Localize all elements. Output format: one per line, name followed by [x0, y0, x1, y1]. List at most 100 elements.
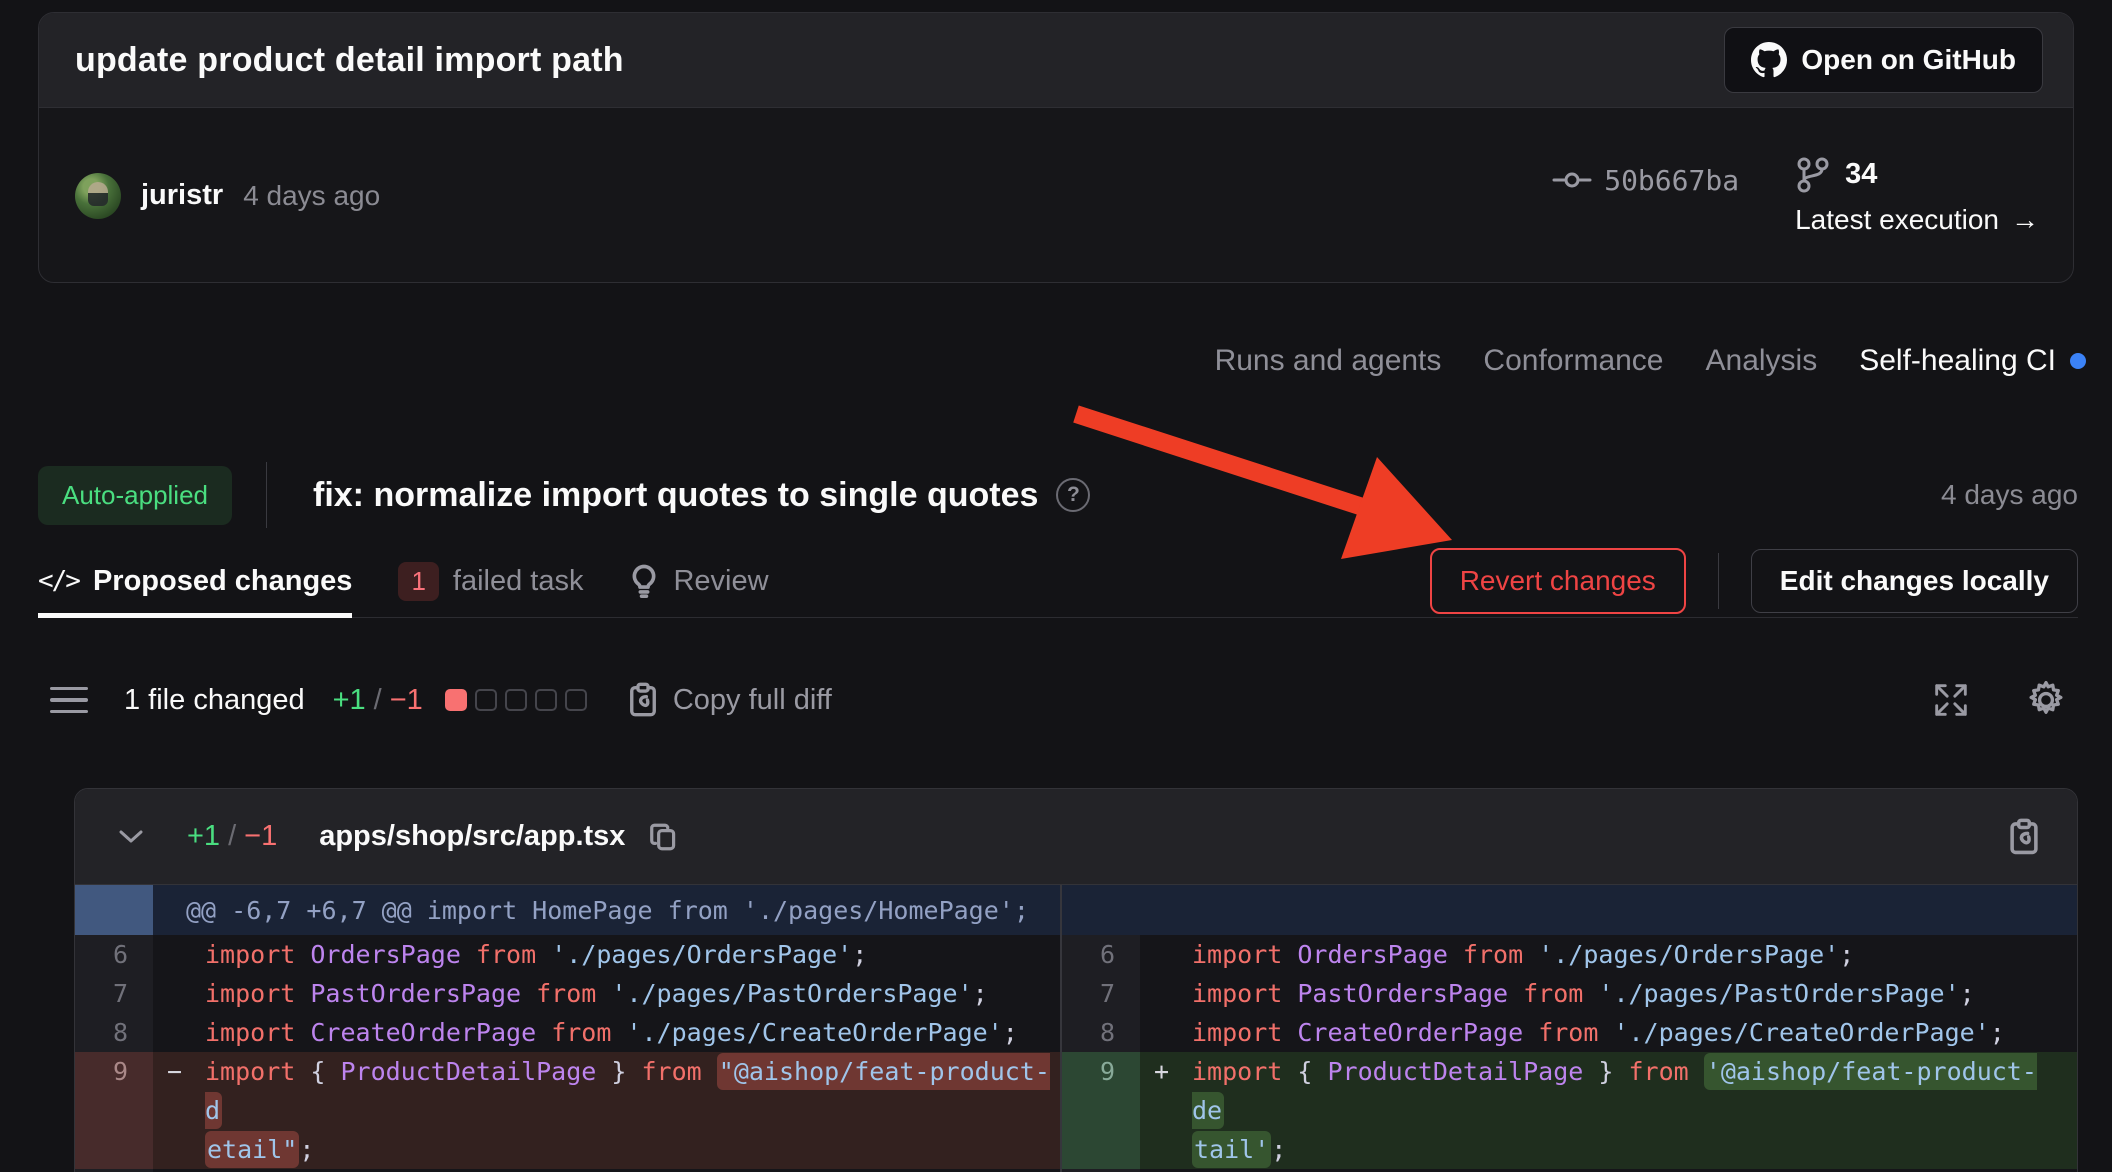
code-content: import PastOrdersPage from './pages/Past… [1184, 974, 2077, 1013]
latest-execution-label: Latest execution [1795, 204, 1999, 236]
diff-settings-button[interactable] [2024, 678, 2068, 722]
hunk-gutter [75, 885, 153, 935]
commit-meta: 50b667ba 34 Latest execution → [1552, 156, 2039, 236]
chevron-down-icon [113, 825, 149, 849]
line-number: 8 [75, 1013, 153, 1052]
hunk-header-row: @@ -6,7 +6,7 @@ import HomePage from './… [75, 885, 1060, 935]
github-icon [1751, 42, 1787, 78]
tab-label: Proposed changes [93, 565, 352, 598]
tab-failed-task[interactable]: 1 failed task [398, 545, 583, 617]
commit-time: 4 days ago [243, 180, 380, 212]
hunk-header-text: @@ -6,7 +6,7 @@ import HomePage from './… [153, 896, 1029, 925]
diff-line: 8import CreateOrderPage from './pages/Cr… [1062, 1013, 2077, 1052]
lightbulb-icon [629, 564, 659, 598]
file-square[interactable] [445, 689, 467, 711]
file-change-squares[interactable] [445, 689, 587, 711]
collapse-file-chevron[interactable] [113, 825, 149, 849]
file-list-menu-icon[interactable] [50, 687, 88, 714]
clipboard-icon [627, 682, 659, 718]
self-healing-ci-page: update product detail import path Open o… [0, 0, 2112, 1172]
code-content: import OrdersPage from './pages/OrdersPa… [1184, 935, 2077, 974]
diff-line: 7 import PastOrdersPage from './pages/Pas… [1062, 974, 2077, 1013]
file-header: +1 / −1 apps/shop/src/app.tsx [75, 789, 2077, 885]
help-icon[interactable]: ? [1056, 478, 1090, 512]
diff-marker [153, 1013, 197, 1052]
commit-sha: 50b667ba [1604, 164, 1739, 197]
file-diff-card: +1 / −1 apps/shop/src/app.tsx [74, 788, 2078, 1172]
copy-file-diff-button[interactable] [2007, 818, 2041, 856]
tab-label: Review [673, 565, 768, 598]
code-content: import { ProductDetailPage } from "@aish… [197, 1052, 1060, 1169]
author-group: juristr 4 days ago [75, 173, 380, 219]
nav-item-runs-and-agents[interactable]: Runs and agents [1215, 344, 1442, 378]
gear-icon [2024, 678, 2068, 722]
diff-marker: + [1140, 1052, 1184, 1169]
files-changed-label: 1 file changed [124, 684, 305, 717]
file-path: apps/shop/src/app.tsx [319, 820, 625, 853]
branch-count: 34 [1845, 158, 1877, 191]
failed-count-badge: 1 [398, 562, 438, 601]
copy-file-path-button[interactable] [649, 821, 679, 853]
open-on-github-label: Open on GitHub [1801, 44, 2016, 76]
line-number: 7 [1062, 974, 1140, 1013]
avatar [75, 173, 121, 219]
expand-icon [1930, 679, 1972, 721]
tabs-row: </> Proposed changes 1 failed task Revie… [38, 545, 2078, 618]
tab-label: failed task [453, 565, 584, 598]
branch-row: 34 [1795, 156, 1877, 194]
divider [1718, 553, 1719, 609]
tab-proposed-changes[interactable]: </> Proposed changes [38, 545, 352, 617]
code-content: import PastOrdersPage from './pages/Past… [197, 974, 1060, 1013]
diff-split-view: @@ -6,7 +6,7 @@ import HomePage from './… [75, 885, 2077, 1172]
author-name: juristr [141, 179, 223, 212]
diff-marker [1140, 974, 1184, 1013]
code-icon: </> [38, 566, 79, 596]
diff-line: 8 import CreateOrderPage from './pages/Cr… [75, 1013, 1060, 1052]
auto-applied-badge: Auto-applied [38, 466, 232, 525]
nav-item-analysis[interactable]: Analysis [1706, 344, 1818, 378]
edit-changes-locally-button[interactable]: Edit changes locally [1751, 549, 2078, 613]
code-content: import CreateOrderPage from './pages/Cre… [197, 1013, 1060, 1052]
diff-panel-after: 6import OrdersPage from './pages/OrdersP… [1062, 885, 2077, 1172]
latest-execution-link[interactable]: Latest execution → [1795, 204, 2039, 236]
arrow-right-icon: → [2011, 204, 2039, 236]
diff-marker [153, 935, 197, 974]
diff-line: 7 import PastOrdersPage from './pages/Pas… [75, 974, 1060, 1013]
diff-toolbar: 1 file changed +1 / −1 Copy full diff [50, 665, 2068, 735]
toolbar-right [1930, 678, 2068, 722]
commit-sha-group[interactable]: 50b667ba [1552, 164, 1739, 197]
line-number: 7 [75, 974, 153, 1013]
commit-icon [1552, 165, 1592, 195]
commit-card-body: juristr 4 days ago 50b667ba [39, 108, 2073, 283]
diff-marker [153, 974, 197, 1013]
diff-marker: − [153, 1052, 197, 1169]
file-square[interactable] [505, 689, 527, 711]
copy-full-diff-button[interactable]: Copy full diff [627, 682, 832, 718]
line-number: 9 [75, 1052, 153, 1169]
additions-count: +1 [333, 684, 366, 717]
branch-icon [1795, 156, 1829, 194]
revert-changes-button[interactable]: Revert changes [1430, 548, 1686, 614]
expand-fullscreen-button[interactable] [1930, 679, 1972, 721]
code-content: import OrdersPage from './pages/OrdersPa… [197, 935, 1060, 974]
hunk-header-row [1062, 885, 2077, 935]
file-square[interactable] [565, 689, 587, 711]
commit-card: update product detail import path Open o… [38, 12, 2074, 283]
nav-item-conformance[interactable]: Conformance [1483, 344, 1663, 378]
separator: / [228, 820, 236, 853]
diff-panel-before: @@ -6,7 +6,7 @@ import HomePage from './… [75, 885, 1060, 1172]
tab-review[interactable]: Review [629, 545, 768, 617]
diff-line: 9−import { ProductDetailPage } from "@ai… [75, 1052, 1060, 1169]
nav-item-self-healing-ci[interactable]: Self-healing CI [1859, 344, 2086, 378]
file-additions: +1 [187, 820, 220, 853]
open-on-github-button[interactable]: Open on GitHub [1724, 27, 2043, 93]
file-square[interactable] [535, 689, 557, 711]
diff-marker [1140, 935, 1184, 974]
code-content: import { ProductDetailPage } from '@aish… [1184, 1052, 2077, 1169]
deletions-count: −1 [390, 684, 423, 717]
line-number: 8 [1062, 1013, 1140, 1052]
separator: / [374, 684, 382, 717]
nav-item-label: Self-healing CI [1859, 344, 2056, 378]
diff-line: 6import OrdersPage from './pages/OrdersP… [75, 935, 1060, 974]
file-square[interactable] [475, 689, 497, 711]
